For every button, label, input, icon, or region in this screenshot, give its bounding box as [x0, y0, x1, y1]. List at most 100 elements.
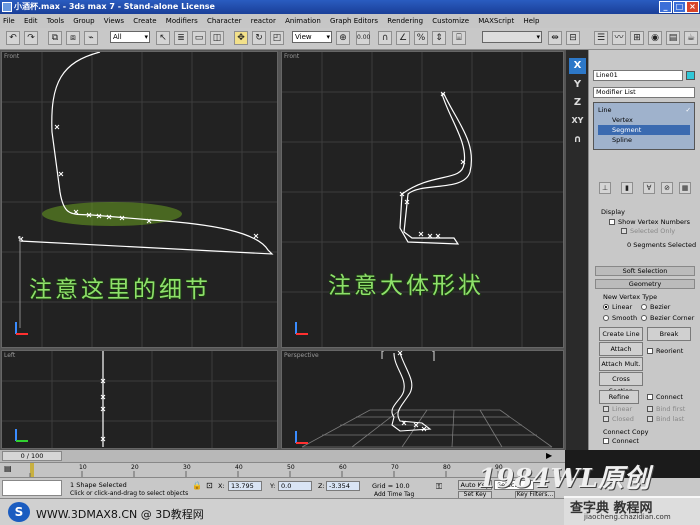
- unlink-icon[interactable]: ⧈: [66, 31, 80, 45]
- named-selection-sets-dropdown[interactable]: [482, 31, 542, 43]
- axis-z-button[interactable]: Z: [569, 95, 586, 111]
- create-line-button[interactable]: Create Line: [599, 327, 643, 341]
- menu-maxscript[interactable]: MAXScript: [478, 17, 514, 25]
- minimize-button[interactable]: _: [659, 1, 672, 13]
- refine-closed-checkbox[interactable]: Closed: [603, 415, 634, 423]
- select-and-move-icon[interactable]: ✥: [234, 31, 248, 45]
- spinner-snap-icon[interactable]: ⇕: [432, 31, 446, 45]
- menu-animation[interactable]: Animation: [285, 17, 321, 25]
- bind-space-warp-icon[interactable]: ⌁: [84, 31, 98, 45]
- show-vertex-numbers-checkbox[interactable]: Show Vertex Numbers: [609, 218, 690, 226]
- refine-button[interactable]: Refine: [599, 390, 639, 404]
- vertex-type-bezier-corner-radio[interactable]: Bezier Corner: [641, 314, 694, 322]
- menu-tools[interactable]: Tools: [47, 17, 64, 25]
- stack-item-segment[interactable]: Segment: [598, 125, 690, 135]
- show-end-result-icon[interactable]: ▮: [621, 182, 633, 194]
- rectangular-selection-icon[interactable]: ▭: [192, 31, 206, 45]
- menu-views[interactable]: Views: [104, 17, 124, 25]
- vertex-type-bezier-radio[interactable]: Bezier: [641, 303, 670, 311]
- menu-rendering[interactable]: Rendering: [387, 17, 423, 25]
- axis-xy-button[interactable]: XY: [569, 113, 586, 129]
- viewport-front-right[interactable]: Front 注意大体形状: [281, 51, 564, 348]
- make-unique-icon[interactable]: ∀: [643, 182, 655, 194]
- menu-group[interactable]: Group: [73, 17, 94, 25]
- stack-item-spline[interactable]: Spline: [612, 135, 632, 145]
- key-icon[interactable]: ⚿: [436, 482, 442, 492]
- configure-modifier-sets-icon[interactable]: ▦: [679, 182, 691, 194]
- x-coordinate-field[interactable]: 13.795: [228, 481, 262, 491]
- select-by-name-icon[interactable]: ≣: [174, 31, 188, 45]
- maximize-button[interactable]: □: [673, 1, 686, 13]
- viewport-front-left[interactable]: Front 注意这里的细节: [1, 51, 278, 348]
- render-scene-icon[interactable]: ▤: [666, 31, 680, 45]
- select-and-link-icon[interactable]: ⧉: [48, 31, 62, 45]
- axis-x-button[interactable]: X: [569, 58, 586, 74]
- menu-file[interactable]: File: [3, 17, 15, 25]
- quick-render-icon[interactable]: ☕: [684, 31, 698, 45]
- remove-modifier-icon[interactable]: ⊘: [661, 182, 673, 194]
- redo-icon[interactable]: ↷: [24, 31, 38, 45]
- menu-reactor[interactable]: reactor: [251, 17, 276, 25]
- selected-only-checkbox[interactable]: Selected Only: [621, 227, 675, 235]
- layer-manager-icon[interactable]: ☰: [594, 31, 608, 45]
- menu-graph-editors[interactable]: Graph Editors: [330, 17, 378, 25]
- track-bar-menu-icon[interactable]: ▤: [4, 464, 16, 476]
- attach-mult-button[interactable]: Attach Mult.: [599, 357, 643, 371]
- absolute-mode-icon[interactable]: ⊡: [206, 481, 213, 490]
- menu-help[interactable]: Help: [523, 17, 539, 25]
- vertex-type-smooth-radio[interactable]: Smooth: [603, 314, 637, 322]
- menu-character[interactable]: Character: [207, 17, 242, 25]
- object-name-field[interactable]: Line01: [593, 70, 683, 81]
- bind-last-checkbox[interactable]: Bind last: [647, 415, 684, 423]
- menu-edit[interactable]: Edit: [24, 17, 38, 25]
- maxscript-listener[interactable]: [2, 480, 62, 496]
- break-button[interactable]: Break: [647, 327, 691, 341]
- reference-coordinate-dropdown[interactable]: View: [292, 31, 332, 43]
- object-color-swatch[interactable]: [686, 71, 695, 80]
- schematic-view-icon[interactable]: ⊞: [630, 31, 644, 45]
- z-coordinate-field[interactable]: -3.354: [326, 481, 360, 491]
- attach-button[interactable]: Attach: [599, 342, 643, 356]
- axis-y-button[interactable]: Y: [569, 77, 586, 93]
- material-editor-icon[interactable]: ◉: [648, 31, 662, 45]
- bind-first-checkbox[interactable]: Bind first: [647, 405, 685, 413]
- soft-selection-rollout[interactable]: Soft Selection: [595, 266, 695, 276]
- refine-connect-checkbox[interactable]: Connect: [647, 393, 683, 401]
- modifier-list-dropdown[interactable]: Modifier List: [593, 87, 695, 98]
- named-selection-icon[interactable]: ⌸: [452, 31, 466, 45]
- percent-snap-icon[interactable]: %: [414, 31, 428, 45]
- menu-create[interactable]: Create: [133, 17, 156, 25]
- pin-stack-icon[interactable]: ⊥: [599, 182, 611, 194]
- select-object-icon[interactable]: ↖: [156, 31, 170, 45]
- refine-linear-checkbox[interactable]: Linear: [603, 405, 632, 413]
- window-crossing-icon[interactable]: ◫: [210, 31, 224, 45]
- lock-selection-icon[interactable]: 🔒: [192, 481, 202, 490]
- stack-item-vertex[interactable]: Vertex: [612, 115, 633, 125]
- undo-icon[interactable]: ↶: [6, 31, 20, 45]
- vertex-type-linear-radio[interactable]: Linear: [603, 303, 632, 311]
- menu-customize[interactable]: Customize: [432, 17, 469, 25]
- align-icon[interactable]: ⊟: [566, 31, 580, 45]
- add-time-tag[interactable]: Add Time Tag: [374, 491, 414, 498]
- select-and-scale-icon[interactable]: ◰: [270, 31, 284, 45]
- geometry-rollout[interactable]: Geometry: [595, 279, 695, 289]
- close-button[interactable]: ×: [686, 1, 699, 13]
- angle-snap-icon[interactable]: ∠: [396, 31, 410, 45]
- mirror-icon[interactable]: ⇹: [548, 31, 562, 45]
- connect-copy-checkbox[interactable]: Connect: [603, 437, 639, 445]
- snap-value[interactable]: 0.00: [356, 31, 370, 45]
- cross-section-button[interactable]: Cross Section: [599, 372, 643, 395]
- viewport-perspective[interactable]: Perspective: [281, 350, 564, 449]
- snap-toggle-icon[interactable]: ∩: [378, 31, 392, 45]
- viewport-left[interactable]: Left: [1, 350, 278, 449]
- menu-modifiers[interactable]: Modifiers: [166, 17, 198, 25]
- reorient-checkbox[interactable]: Reorient: [647, 347, 683, 355]
- time-slider-thumb[interactable]: 0 / 100: [2, 451, 62, 461]
- selection-filter-dropdown[interactable]: All: [110, 31, 150, 43]
- stack-item-line[interactable]: Line: [598, 105, 612, 115]
- curve-editor-icon[interactable]: 〰: [612, 31, 626, 45]
- y-coordinate-field[interactable]: 0.0: [278, 481, 312, 491]
- select-and-rotate-icon[interactable]: ↻: [252, 31, 266, 45]
- snap-magnet-icon[interactable]: ∩: [569, 132, 586, 148]
- pivot-center-icon[interactable]: ⊕: [336, 31, 350, 45]
